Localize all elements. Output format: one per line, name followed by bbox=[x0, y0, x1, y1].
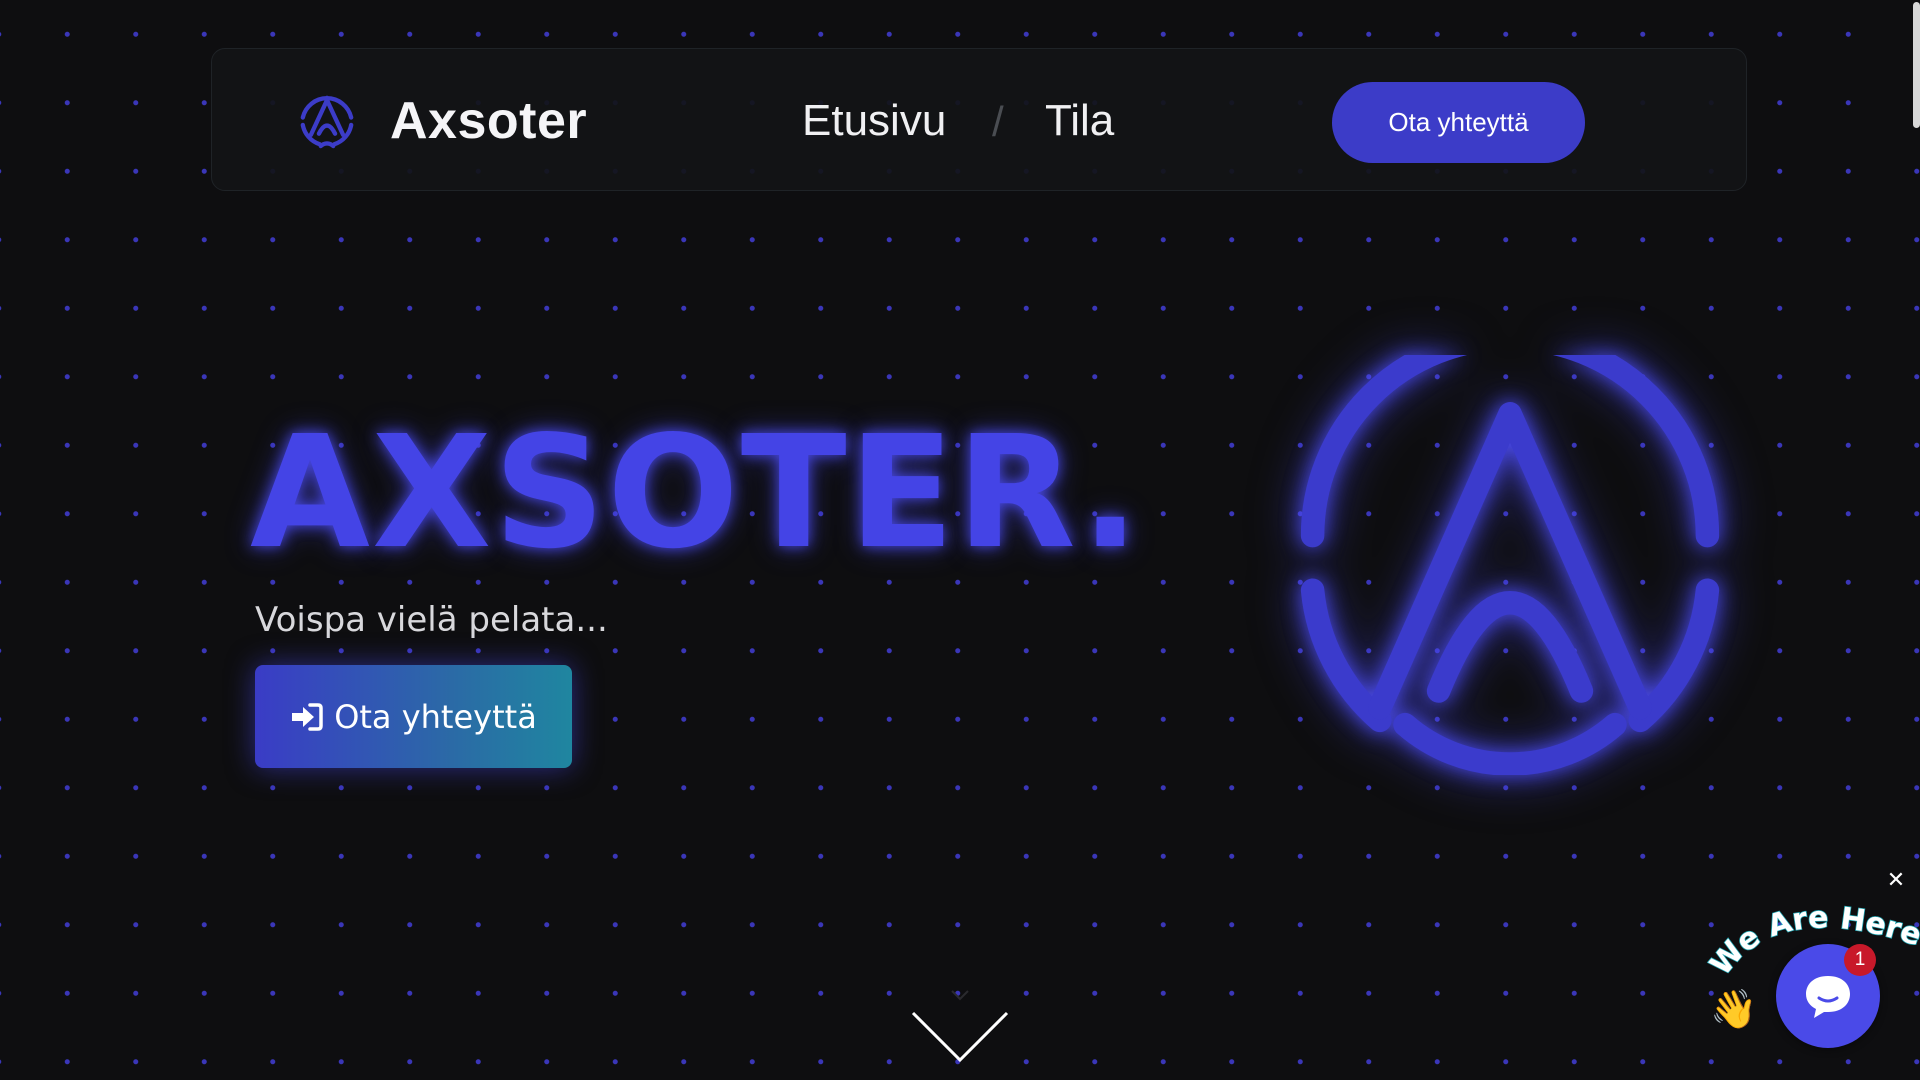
wave-hand-icon: 👋 bbox=[1710, 987, 1758, 1031]
nav-link-tila[interactable]: Tila bbox=[1045, 96, 1114, 145]
hero-title: AXSOTER. bbox=[250, 402, 1142, 583]
axsoter-logo-emblem bbox=[1300, 355, 1720, 775]
chat-bubble-icon bbox=[1806, 976, 1850, 1018]
sign-in-icon bbox=[292, 702, 323, 731]
scrollbar-thumb[interactable] bbox=[1913, 2, 1920, 128]
hero-contact-button[interactable]: Ota yhteyttä bbox=[255, 665, 572, 768]
hero-subtitle: Voispa vielä pelata... bbox=[255, 600, 608, 640]
hero-contact-label: Ota yhteyttä bbox=[334, 697, 537, 736]
brand-name[interactable]: Axsoter bbox=[390, 92, 587, 150]
header-contact-button[interactable]: Ota yhteyttä bbox=[1332, 82, 1585, 163]
brand-logo-icon[interactable] bbox=[296, 89, 358, 151]
nav-separator: / bbox=[992, 98, 1004, 145]
unread-badge: 1 bbox=[1844, 944, 1876, 976]
navbar: Axsoter Etusivu / Tila Ota yhteyttä bbox=[211, 48, 1747, 191]
nav-link-etusivu[interactable]: Etusivu bbox=[802, 96, 946, 145]
chevron-down-icon[interactable] bbox=[910, 985, 1010, 1065]
